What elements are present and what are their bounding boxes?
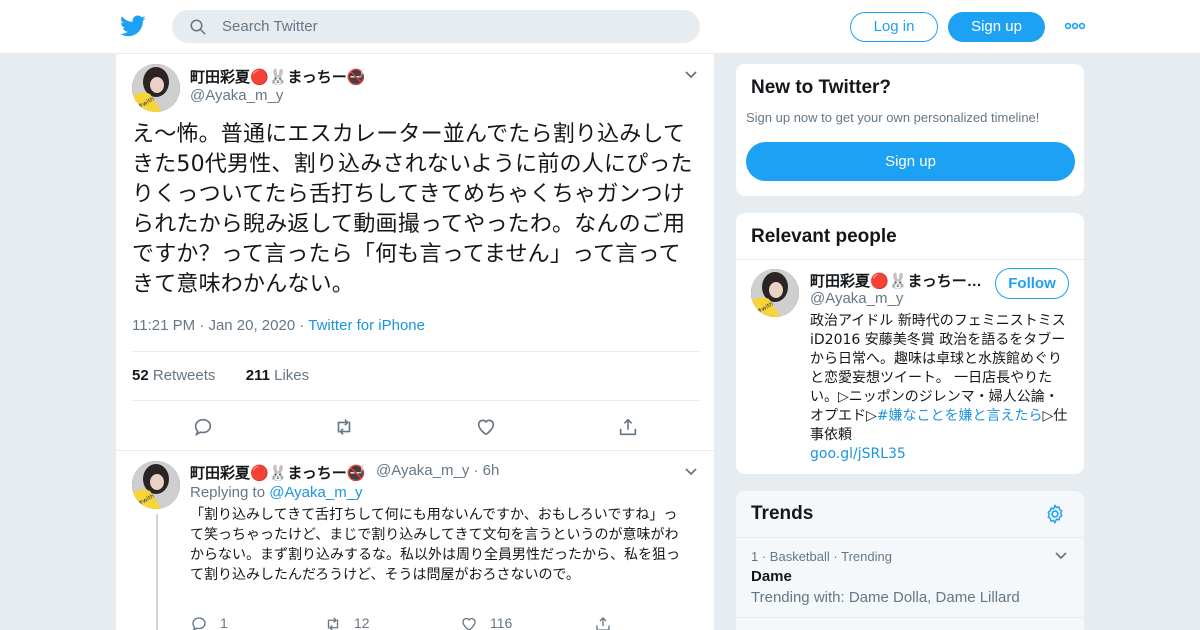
- chevron-down-icon[interactable]: [1054, 551, 1068, 561]
- author-handle[interactable]: @Ayaka_m_y: [190, 87, 283, 104]
- tweet-time[interactable]: 11:21 PM: [132, 317, 195, 334]
- twitter-logo-icon[interactable]: [120, 13, 146, 39]
- trend-related: Trending with: Dame Dolla, Dame Lillard: [751, 589, 1020, 606]
- avatar[interactable]: #with: [132, 64, 180, 112]
- avatar-image: #with: [132, 64, 180, 112]
- trend-meta: 1 · Basketball · Trending: [751, 549, 892, 564]
- divider: [736, 537, 1084, 538]
- tweet-stats: 52 Retweets 211 Likes: [132, 367, 309, 384]
- sidebar-signup-button[interactable]: Sign up: [746, 142, 1075, 181]
- likes-stat[interactable]: 211 Likes: [246, 367, 309, 384]
- login-button[interactable]: Log in: [850, 12, 938, 42]
- divider: [132, 351, 700, 352]
- new-to-twitter-card: New to Twitter? Sign up now to get your …: [735, 63, 1085, 197]
- divider: [116, 450, 714, 451]
- replying-to: Replying to @Ayaka_m_y: [190, 484, 363, 501]
- card-title: Trends: [751, 503, 814, 524]
- chevron-down-icon[interactable]: [684, 467, 698, 477]
- retweets-stat[interactable]: 52 Retweets: [132, 367, 215, 384]
- share-icon[interactable]: [617, 416, 639, 438]
- avatar[interactable]: #with: [751, 269, 799, 317]
- retweet-icon: [327, 617, 339, 630]
- bio-url-link[interactable]: goo.gl/jSRL35: [810, 445, 1072, 464]
- author-name[interactable]: 町田彩夏🔴🐰まっちー🚭: [190, 66, 365, 87]
- more-dots-icon[interactable]: [1064, 19, 1086, 33]
- gear-icon[interactable]: [1044, 503, 1066, 525]
- card-title: New to Twitter?: [751, 77, 892, 98]
- card-subtitle: Sign up now to get your own personalized…: [746, 110, 1040, 125]
- follow-button[interactable]: Follow: [995, 268, 1069, 299]
- divider: [736, 617, 1084, 618]
- reply-icon[interactable]: [192, 416, 214, 438]
- chevron-down-icon[interactable]: [684, 70, 698, 80]
- divider: [736, 259, 1084, 260]
- like-icon[interactable]: [475, 416, 497, 438]
- separator-dot: ·: [299, 317, 305, 334]
- trend-name[interactable]: Dame: [751, 568, 792, 585]
- relevant-people-card: Relevant people #with 町田彩夏🔴🐰まっちー… @Ayaka…: [735, 212, 1085, 475]
- tweet-source-link[interactable]: Twitter for iPhone: [308, 317, 425, 334]
- share-icon: [596, 617, 610, 630]
- avatar-image: #with: [132, 461, 180, 509]
- tweet-column: #with 町田彩夏🔴🐰まっちー🚭 @Ayaka_m_y え〜怖。普通にエスカレ…: [115, 54, 715, 630]
- search-input[interactable]: [222, 10, 682, 43]
- top-navigation-bar: Log in Sign up: [0, 0, 1200, 54]
- person-handle[interactable]: @Ayaka_m_y: [810, 290, 903, 307]
- thread-line: [156, 514, 158, 630]
- bio-hashtag-link[interactable]: #嫌なことを嫌と言えたら: [877, 408, 1043, 424]
- reply-text: 「割り込みしてきて舌打ちして何にも用ないんですか、おもしろいですね」って笑っちゃ…: [190, 507, 680, 583]
- search-box[interactable]: [172, 10, 700, 43]
- search-icon: [190, 19, 206, 35]
- signup-button[interactable]: Sign up: [948, 12, 1045, 42]
- tweet-timestamp: 11:21 PM · Jan 20, 2020 · Twitter for iP…: [132, 317, 425, 334]
- reply-icon: [192, 617, 206, 630]
- reply-author-name[interactable]: 町田彩夏🔴🐰まっちー🚭: [190, 462, 365, 483]
- person-name[interactable]: 町田彩夏🔴🐰まっちー…: [810, 270, 982, 291]
- retweet-icon[interactable]: [333, 416, 355, 438]
- person-bio: 政治アイドル 新時代のフェミニストミスiD2016 安藤美冬賞 政治を語るをタブ…: [810, 312, 1072, 464]
- divider: [132, 400, 700, 401]
- avatar[interactable]: #with: [132, 461, 180, 509]
- card-title: Relevant people: [751, 226, 897, 247]
- avatar-image: #with: [751, 269, 799, 317]
- tweet-date[interactable]: Jan 20, 2020: [208, 317, 295, 334]
- tweet-text: え〜怖。普通にエスカレーター並んでたら割り込みしてきた50代男性、割り込みされな…: [132, 122, 693, 297]
- reply-author-handle[interactable]: @Ayaka_m_y · 6h: [376, 462, 499, 479]
- separator-dot: ·: [199, 317, 205, 334]
- trends-card: Trends 1 · Basketball · Trending Dame Tr…: [735, 490, 1085, 630]
- like-icon: [462, 617, 476, 630]
- replying-to-link[interactable]: @Ayaka_m_y: [269, 484, 362, 501]
